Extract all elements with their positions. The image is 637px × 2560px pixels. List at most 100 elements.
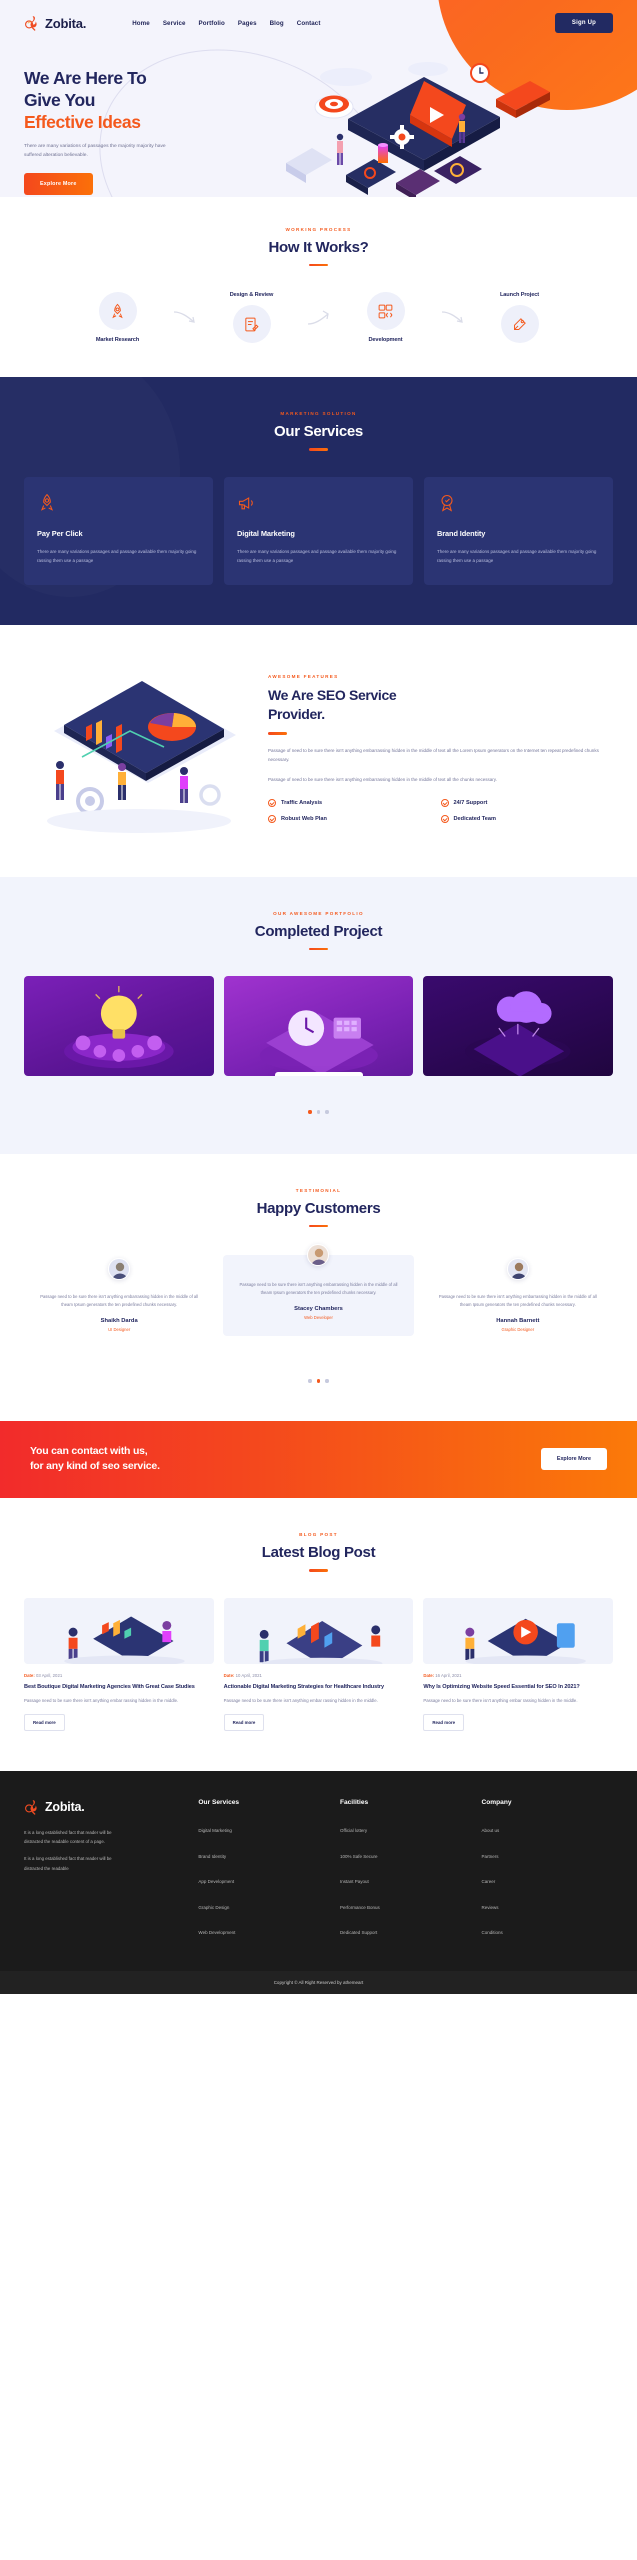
nav-item-portfolio[interactable]: Portfolio xyxy=(199,20,225,27)
portfolio-card-bulb[interactable] xyxy=(24,976,214,1077)
process-step-design-review[interactable]: Design & Review xyxy=(198,292,306,344)
step-label: Market Research xyxy=(95,337,140,344)
testimonial-carousel-dots xyxy=(24,1379,613,1383)
testimonial-card-hannah-barnett[interactable]: Passage need to be sure there isn't anyt… xyxy=(422,1257,613,1346)
blog-date-value: 03 April, 2021 xyxy=(35,1672,63,1678)
hero-copy: We Are Here To Give You Effective Ideas … xyxy=(24,59,224,197)
footer-link[interactable]: 100% Safe Secure xyxy=(340,1854,378,1859)
blog-post-title[interactable]: Actionable Digital Marketing Strategies … xyxy=(224,1683,414,1692)
seo-service-section: AWESOME FEATURES We Are SEO Service Prov… xyxy=(0,624,637,877)
testimonial-card-stacey-chambers[interactable]: Passage need to be sure there isn't anyt… xyxy=(223,1243,414,1337)
nav-item-contact[interactable]: Contact xyxy=(297,20,321,27)
testimonial-role: Web Developer xyxy=(304,1315,333,1321)
portfolio-card-digital-marketing[interactable]: Digital Marketing Marketing, Branding xyxy=(223,976,414,1077)
process-step-development[interactable]: Development xyxy=(332,292,440,343)
service-title: Pay Per Click xyxy=(37,528,83,538)
testimonial-role: UI Designer xyxy=(108,1327,131,1333)
carousel-dot[interactable] xyxy=(316,1110,321,1114)
footer-brand-logo[interactable]: Zobita. xyxy=(24,1799,188,1816)
process-step-market-research[interactable]: Market Research xyxy=(64,292,172,343)
sign-up-button[interactable]: Sign Up xyxy=(554,13,613,33)
footer-link[interactable]: Partners xyxy=(481,1854,498,1859)
service-card-digital-marketing[interactable]: Digital Marketing There are many variati… xyxy=(224,476,413,585)
footer-link[interactable]: Brand Identity xyxy=(198,1854,226,1859)
footer-column-company: Company About us Partners Career Reviews… xyxy=(481,1799,613,1947)
footer-list-item: Performance Bonus xyxy=(340,1896,472,1914)
footer-link[interactable]: App Development xyxy=(198,1879,234,1884)
footer-list-item: Partners xyxy=(481,1845,613,1863)
nav-item-service[interactable]: Service xyxy=(163,20,186,27)
carousel-dot[interactable] xyxy=(308,1110,312,1114)
feature-label: 24/7 Support xyxy=(453,800,488,807)
feature-label: Robust Web Plan xyxy=(281,816,327,823)
read-more-button[interactable]: Read more xyxy=(223,1714,265,1732)
footer-list-item: About us xyxy=(481,1819,613,1837)
portfolio-carousel-dots xyxy=(24,1110,613,1114)
copyright-bar: Copyright © All Right Reserved by atheme… xyxy=(0,1970,637,1994)
title-underline xyxy=(309,1569,328,1572)
footer-link[interactable]: Performance Bonus xyxy=(340,1905,380,1910)
footer-link[interactable]: Reviews xyxy=(481,1905,498,1910)
step-arrow-icon xyxy=(306,308,332,328)
hero-illustration xyxy=(228,21,613,197)
testimonial-eyebrow: TESTIMONIAL xyxy=(295,1187,342,1193)
hero-explore-more-button[interactable]: Explore More xyxy=(24,173,93,196)
brand-logo[interactable]: Zobita. xyxy=(24,15,86,31)
read-more-button[interactable]: Read more xyxy=(423,1714,465,1732)
blog-date-label: Date: xyxy=(24,1672,35,1678)
check-circle-icon xyxy=(440,799,449,808)
footer-link[interactable]: Conditions xyxy=(481,1930,502,1935)
hero-title-line2: Give You xyxy=(24,90,96,111)
check-circle-icon xyxy=(268,815,276,824)
portfolio-title: Completed Project xyxy=(254,922,383,940)
footer-link[interactable]: Dedicated Support xyxy=(340,1930,377,1935)
services-grid: Pay Per Click There are many variations … xyxy=(24,476,613,585)
footer-link[interactable]: Career xyxy=(481,1879,495,1884)
hero-section: Zobita. Home Service Portfolio Pages Blo… xyxy=(0,0,637,197)
check-circle-icon xyxy=(268,799,276,808)
service-text: There are many variations passages and p… xyxy=(37,548,197,563)
carousel-dot[interactable] xyxy=(316,1379,321,1383)
footer-list-item: 100% Safe Secure xyxy=(340,1845,472,1863)
blog-post-title[interactable]: Best Boutique Digital Marketing Agencies… xyxy=(24,1683,214,1692)
blog-excerpt: Passage need to be sure there isn't anyt… xyxy=(24,1698,179,1704)
nav-item-blog[interactable]: Blog xyxy=(270,20,284,27)
nav-item-home[interactable]: Home xyxy=(132,20,150,27)
footer-brand-name: Zobita. xyxy=(45,1800,85,1815)
brand-name: Zobita. xyxy=(45,15,87,31)
works-eyebrow: WORKING PROCESS xyxy=(285,227,352,232)
carousel-dot[interactable] xyxy=(325,1379,329,1383)
footer-link[interactable]: Digital Marketing xyxy=(198,1828,232,1833)
nav-item-pages[interactable]: Pages xyxy=(238,20,257,27)
feature-dedicated-team: Dedicated Team xyxy=(440,815,614,824)
service-card-pay-per-click[interactable]: Pay Per Click There are many variations … xyxy=(24,476,213,585)
process-step-launch-project[interactable]: Launch Project xyxy=(466,292,574,344)
blog-card-1[interactable]: Date: 03 April, 2021 Best Boutique Digit… xyxy=(24,1597,214,1732)
how-it-works-section: WORKING PROCESS How It Works? Market Res… xyxy=(0,197,637,378)
portfolio-card-cloud[interactable] xyxy=(423,976,614,1077)
carousel-dot[interactable] xyxy=(308,1379,312,1383)
blog-post-title[interactable]: Why Is Optimizing Website Speed Essentia… xyxy=(423,1683,613,1692)
seo-feature-list: Traffic Analysis 24/7 Support Robust Web… xyxy=(268,799,613,831)
blog-section: BLOG POST Latest Blog Post Date: 03 Apri… xyxy=(0,1498,637,1772)
testimonial-card-shaikh-darda[interactable]: Passage need to be sure there isn't anyt… xyxy=(24,1257,215,1346)
cta-line1: You can contact with us, xyxy=(30,1444,148,1457)
blog-card-2[interactable]: Date: 10 April, 2021 Actionable Digital … xyxy=(223,1597,414,1732)
blog-grid: Date: 03 April, 2021 Best Boutique Digit… xyxy=(24,1597,614,1732)
footer-link[interactable]: Web Development xyxy=(198,1930,235,1935)
footer-link[interactable]: Instant Payout xyxy=(340,1879,369,1884)
megaphone-icon xyxy=(237,493,400,515)
blog-card-3[interactable]: Date: 16 April, 2021 Why Is Optimizing W… xyxy=(423,1597,614,1732)
title-underline xyxy=(309,448,328,451)
service-card-brand-identity[interactable]: Brand Identity There are many variations… xyxy=(424,476,613,585)
footer-link[interactable]: Graphic Design xyxy=(198,1905,229,1910)
footer-link[interactable]: Official lottery xyxy=(340,1828,367,1833)
cta-explore-more-button[interactable]: Explore More xyxy=(540,1448,607,1471)
zobita-flame-icon xyxy=(24,1799,40,1816)
carousel-dot[interactable] xyxy=(325,1110,329,1114)
footer-link-list: Official lottery 100% Safe Secure Instan… xyxy=(340,1819,472,1939)
footer-link[interactable]: About us xyxy=(481,1828,499,1833)
read-more-button[interactable]: Read more xyxy=(24,1714,65,1732)
footer-list-item: Career xyxy=(481,1870,613,1888)
footer-list-item: Digital Marketing xyxy=(198,1819,330,1837)
